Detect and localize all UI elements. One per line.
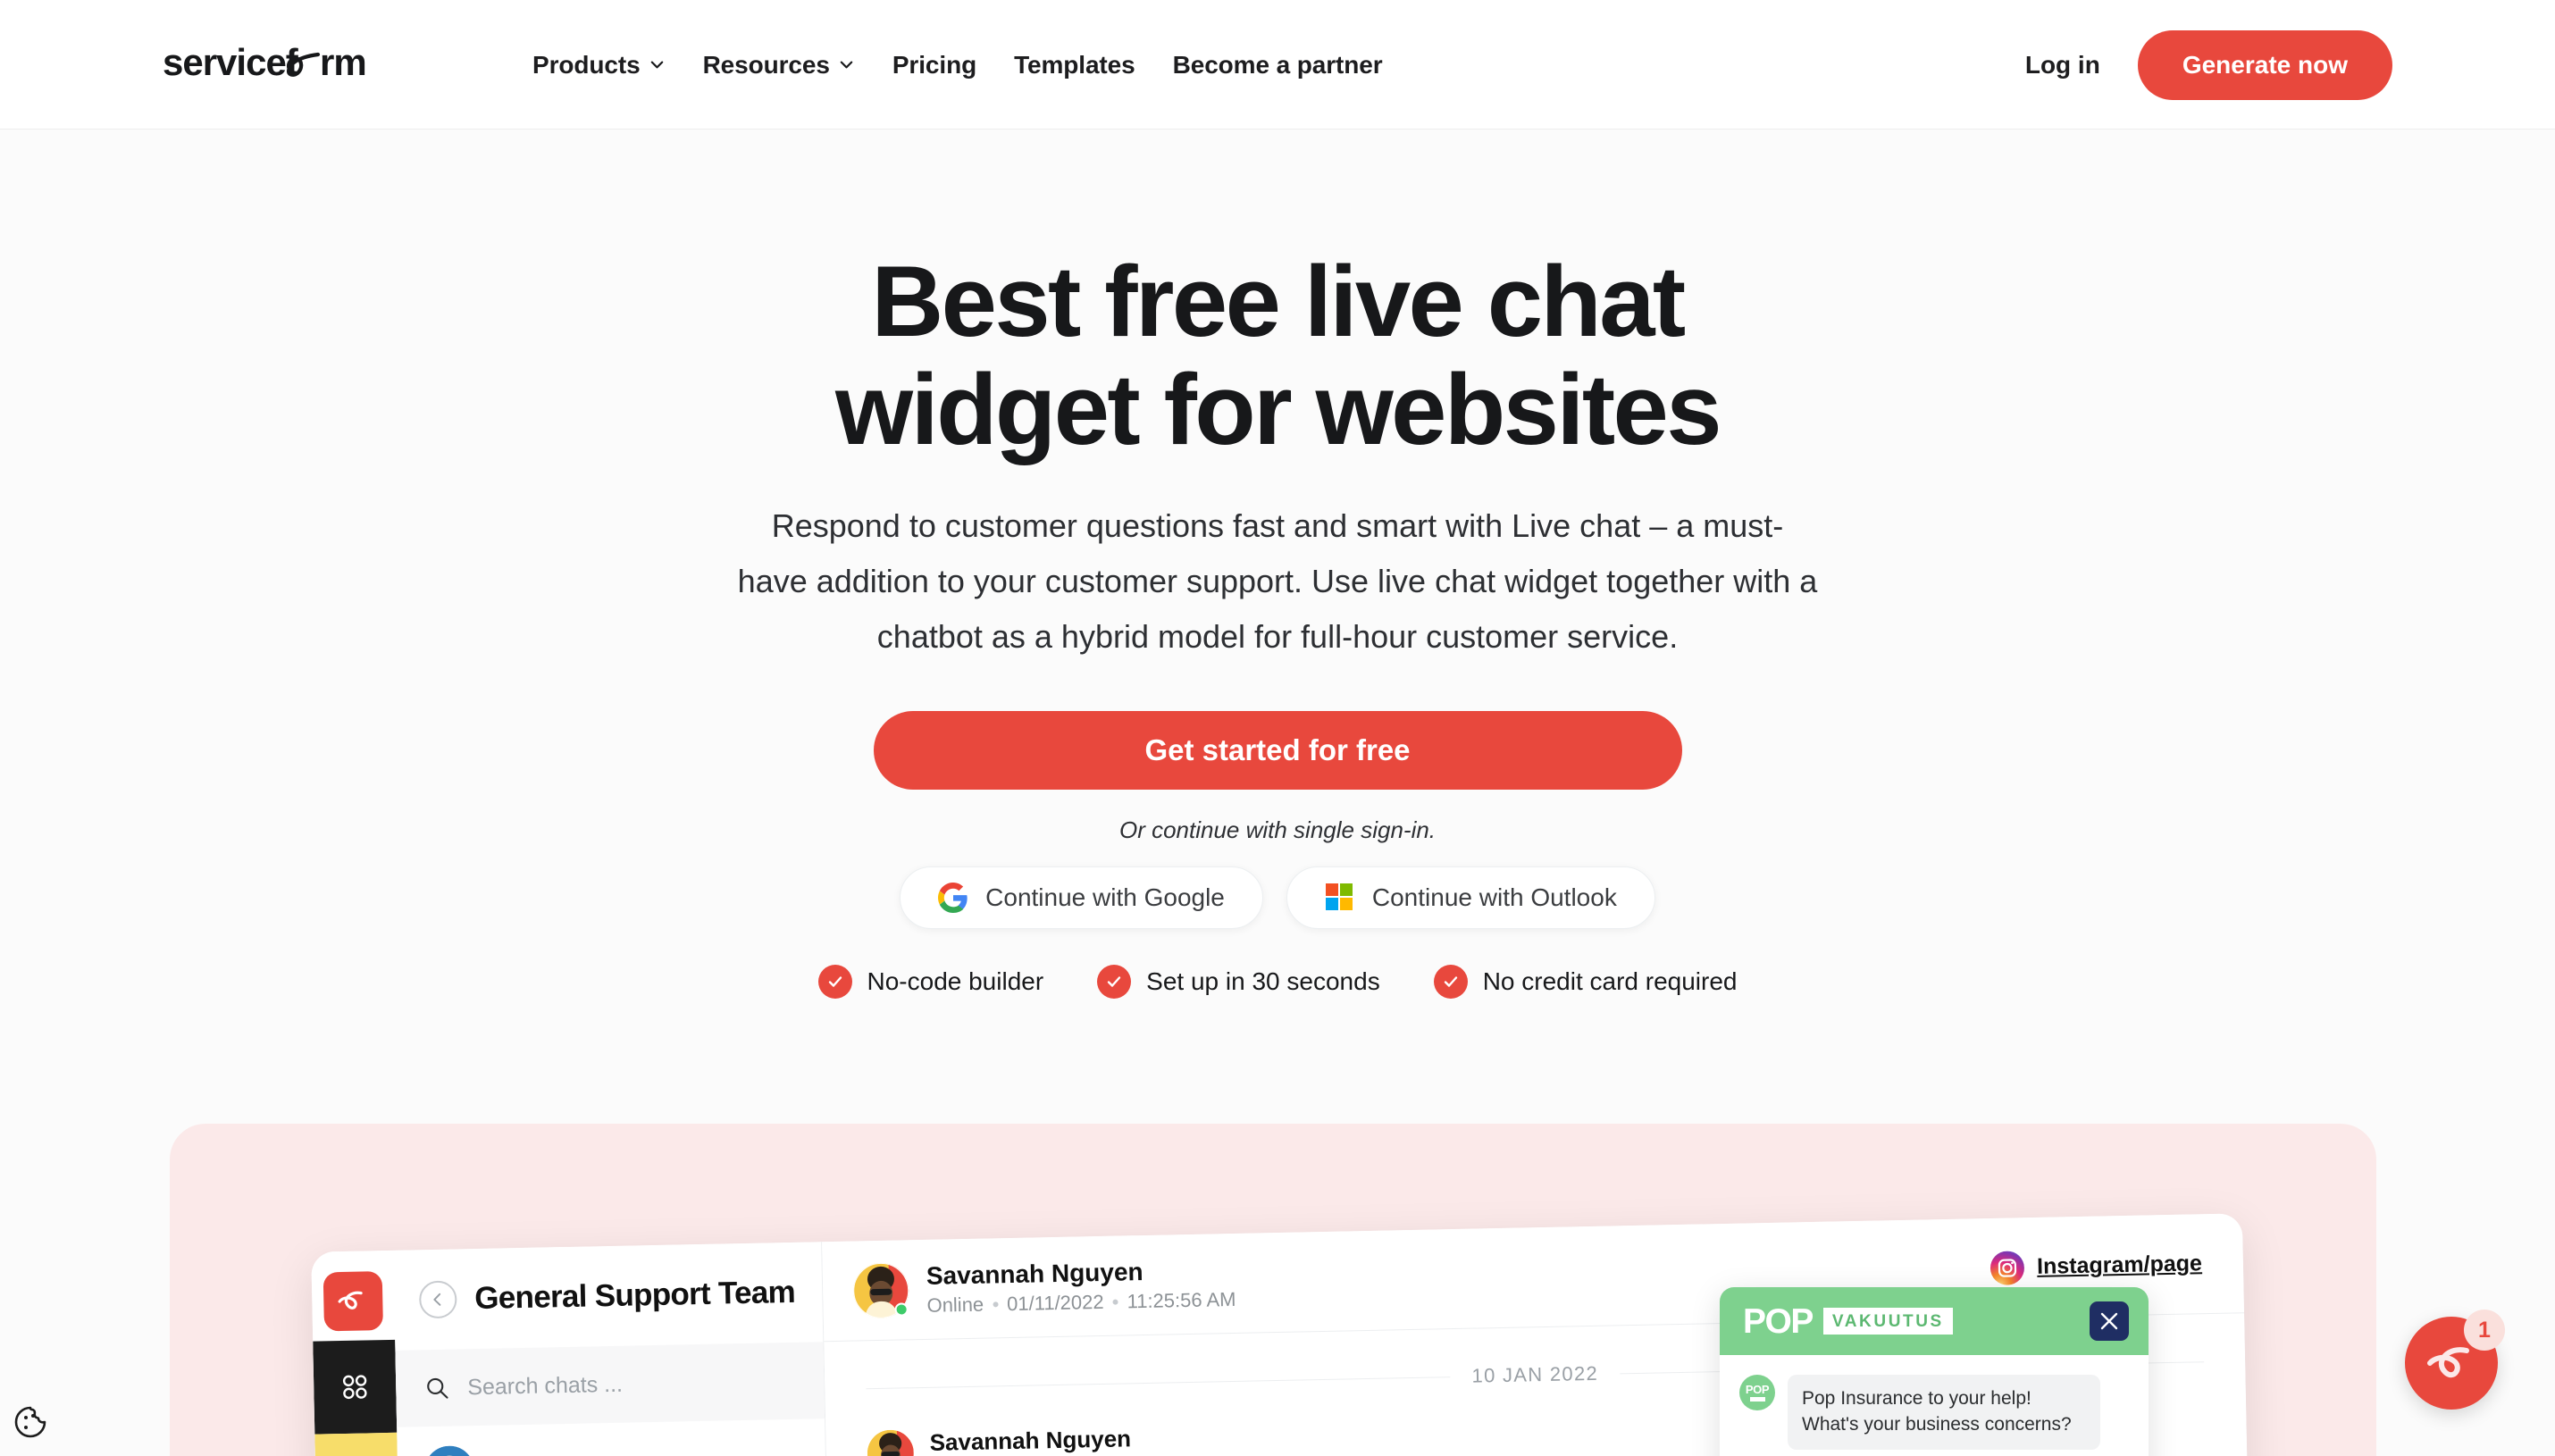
pop-avatar-icon: POP bbox=[1739, 1375, 1775, 1410]
grid-icon bbox=[342, 1375, 367, 1400]
nav-item-pricing[interactable]: Pricing bbox=[874, 51, 995, 79]
feature-item: No-code builder bbox=[817, 964, 1044, 999]
contact-date: 01/11/2022 bbox=[1006, 1291, 1104, 1316]
nav-item-products[interactable]: Products bbox=[532, 51, 684, 79]
hero-section: Best free live chat widget for websites … bbox=[0, 130, 2555, 1456]
dot-separator bbox=[993, 1301, 999, 1308]
nav-item-resources[interactable]: Resources bbox=[684, 51, 874, 79]
instagram-icon bbox=[1990, 1251, 2025, 1285]
sso-buttons: Continue with Google Continue with Outlo… bbox=[0, 866, 2555, 929]
unread-badge: 1 bbox=[2464, 1310, 2505, 1351]
google-icon bbox=[938, 882, 968, 913]
check-icon bbox=[1433, 964, 1468, 999]
sidebar-apps-tile[interactable] bbox=[313, 1339, 398, 1435]
cookie-settings-icon[interactable] bbox=[13, 1404, 48, 1440]
feature-item: Set up in 30 seconds bbox=[1097, 964, 1380, 999]
contact-meta: Online 01/11/2022 11:25:56 AM bbox=[926, 1288, 1236, 1318]
nav-label: Products bbox=[532, 50, 641, 79]
avatar bbox=[867, 1429, 915, 1456]
pop-widget-body: POP Pop Insurance to your help! What's y… bbox=[1720, 1355, 2149, 1456]
message-content: Savannah Nguyen bbox=[929, 1420, 1351, 1456]
nav-label: Pricing bbox=[892, 50, 977, 79]
hero-subtitle: Respond to customer questions fast and s… bbox=[737, 506, 1818, 655]
site-header: servicef rm Products Resources Pricing T… bbox=[0, 0, 2555, 130]
header-actions: Log in Generate now bbox=[2025, 0, 2392, 130]
chat-list-title: General Support Team bbox=[473, 1274, 796, 1317]
check-icon bbox=[1097, 964, 1132, 999]
feature-item: No credit card required bbox=[1433, 964, 1738, 999]
nav-item-become-a-partner[interactable]: Become a partner bbox=[1154, 51, 1402, 79]
serviceform-mark-icon bbox=[323, 1271, 383, 1332]
contact-name: Savannah Nguyen bbox=[926, 1257, 1143, 1290]
nav-label: Templates bbox=[1014, 50, 1135, 79]
sidebar-logo-tile[interactable] bbox=[311, 1251, 395, 1342]
conversation-contact: Savannah Nguyen Online 01/11/2022 11:25:… bbox=[926, 1255, 1236, 1318]
dot-separator bbox=[1112, 1299, 1118, 1305]
sso-note: Or continue with single sign-in. bbox=[1118, 816, 1437, 843]
list-item-name: Kaveen Molligoda bbox=[492, 1452, 706, 1456]
generate-now-button[interactable]: Generate now bbox=[2137, 29, 2392, 100]
close-icon[interactable] bbox=[2090, 1301, 2129, 1341]
feature-label: Set up in 30 seconds bbox=[1146, 966, 1380, 995]
day-divider-label: 10 JAN 2022 bbox=[1471, 1361, 1599, 1387]
avatar bbox=[852, 1261, 909, 1319]
pop-widget-header: POP VAKUUTUS bbox=[1720, 1287, 2149, 1355]
pop-message-text: Pop Insurance to your help! What's your … bbox=[1788, 1375, 2100, 1450]
nav-label: Become a partner bbox=[1172, 50, 1383, 79]
search-chats-input[interactable]: Search chats ... bbox=[395, 1342, 825, 1427]
page-title: Best free live chat widget for websites bbox=[0, 246, 2555, 465]
online-status-dot bbox=[894, 1301, 909, 1317]
serviceform-logo[interactable]: servicef rm bbox=[163, 38, 368, 91]
feature-bullets: No-code builder Set up in 30 seconds No … bbox=[0, 964, 2555, 999]
nav-item-templates[interactable]: Templates bbox=[995, 51, 1154, 79]
outlook-icon bbox=[1325, 883, 1355, 913]
chevron-down-icon bbox=[649, 56, 666, 73]
chat-list-header: General Support Team bbox=[393, 1242, 823, 1351]
continue-with-outlook-button[interactable]: Continue with Outlook bbox=[1286, 866, 1655, 929]
continue-with-google-button[interactable]: Continue with Google bbox=[900, 866, 1263, 929]
serviceform-mark-icon bbox=[2427, 1347, 2469, 1378]
pop-tagline: VAKUUTUS bbox=[1822, 1308, 1953, 1335]
app-sidebar-rail bbox=[311, 1250, 402, 1456]
contact-status: Online bbox=[926, 1293, 984, 1318]
pop-avatar-word: POP bbox=[1745, 1383, 1770, 1396]
contact-time: 11:25:56 AM bbox=[1127, 1288, 1236, 1313]
svg-text:servicef: servicef bbox=[163, 44, 299, 83]
back-button[interactable] bbox=[418, 1280, 457, 1319]
sso-label: Continue with Outlook bbox=[1371, 883, 1617, 911]
feature-label: No credit card required bbox=[1482, 966, 1738, 995]
feature-label: No-code builder bbox=[867, 966, 1044, 995]
pop-bot-message: POP Pop Insurance to your help! What's y… bbox=[1739, 1375, 2129, 1450]
avatar bbox=[424, 1445, 475, 1456]
pop-logo: POP VAKUUTUS bbox=[1743, 1304, 1953, 1339]
chevron-left-icon bbox=[433, 1293, 441, 1306]
message-author: Savannah Nguyen bbox=[929, 1425, 1132, 1456]
login-link[interactable]: Log in bbox=[2025, 51, 2100, 79]
chat-launcher-button[interactable]: 1 bbox=[2405, 1310, 2505, 1410]
check-icon bbox=[817, 964, 852, 999]
chevron-down-icon bbox=[838, 56, 855, 73]
svg-text:rm: rm bbox=[320, 44, 366, 83]
nav-label: Resources bbox=[702, 50, 830, 79]
get-started-button[interactable]: Get started for free bbox=[873, 710, 1682, 790]
sidebar-chat-tile[interactable] bbox=[314, 1432, 399, 1456]
pop-wordmark: POP bbox=[1743, 1301, 1814, 1341]
chat-list-panel: General Support Team Search chats ... bbox=[393, 1242, 831, 1456]
pop-chat-widget: POP VAKUUTUS POP Pop Insurance to your h… bbox=[1720, 1287, 2149, 1456]
sso-label: Continue with Google bbox=[985, 883, 1225, 911]
conversation-source-link[interactable]: Instagram/page bbox=[1990, 1247, 2202, 1285]
list-item-time: Just now bbox=[723, 1452, 804, 1456]
pop-avatar-bar bbox=[1749, 1397, 1765, 1402]
hero-title-line-2: widget for websites bbox=[835, 353, 1721, 465]
source-label: Instagram/page bbox=[2036, 1251, 2203, 1279]
search-icon bbox=[427, 1377, 448, 1399]
search-placeholder: Search chats ... bbox=[467, 1371, 624, 1400]
hero-title-line-1: Best free live chat bbox=[871, 246, 1686, 357]
main-nav: Products Resources Pricing Templates Bec… bbox=[532, 0, 1402, 130]
